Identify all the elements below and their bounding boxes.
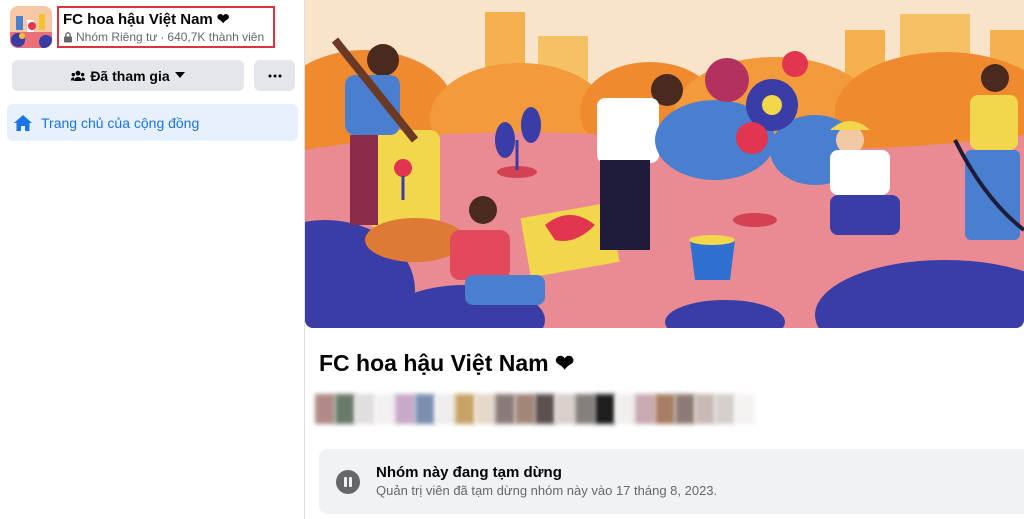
member-avatars[interactable] [315,394,755,424]
member-count[interactable]: 640,7K thành viên [167,29,264,45]
paused-notice: Nhóm này đang tạm dừng Quản trị viên đã … [319,449,1024,514]
nav-home-label: Trang chủ của cộng đồng [41,114,200,131]
action-row: Đã tham gia [12,60,295,91]
cover-photo[interactable] [305,0,1024,328]
pause-icon [336,470,360,494]
privacy-label: Nhóm Riêng tư [76,30,158,44]
group-header-highlight: FC hoa hậu Việt Nam ❤ Nhóm Riêng tư · 64… [57,6,275,48]
group-name[interactable]: FC hoa hậu Việt Nam ❤ [63,11,268,29]
lock-icon [64,31,72,42]
joined-label: Đã tham gia [90,67,170,84]
nav-community-home[interactable]: Trang chủ của cộng đồng [7,104,298,141]
paused-description: Quản trị viên đã tạm dừng nhóm này vào 1… [376,483,718,498]
group-header[interactable]: FC hoa hậu Việt Nam ❤ Nhóm Riêng tư · 64… [10,6,275,48]
people-icon [71,70,86,81]
meta-separator: · [160,30,165,44]
sidebar: FC hoa hậu Việt Nam ❤ Nhóm Riêng tư · 64… [0,0,305,519]
group-thumbnail[interactable] [10,6,52,48]
paused-title: Nhóm này đang tạm dừng [376,464,562,481]
main-content: FC hoa hậu Việt Nam ❤ Nhóm này đang tạm … [305,0,1024,519]
home-icon [14,114,32,131]
more-icon [268,74,281,77]
caret-down-icon [174,72,185,78]
app-root: FC hoa hậu Việt Nam ❤ Nhóm Riêng tư · 64… [0,0,1024,519]
group-meta: Nhóm Riêng tư · 640,7K thành viên [63,29,268,45]
group-title: FC hoa hậu Việt Nam ❤ [319,350,575,376]
joined-button[interactable]: Đã tham gia [12,60,244,91]
more-button[interactable] [254,60,295,91]
